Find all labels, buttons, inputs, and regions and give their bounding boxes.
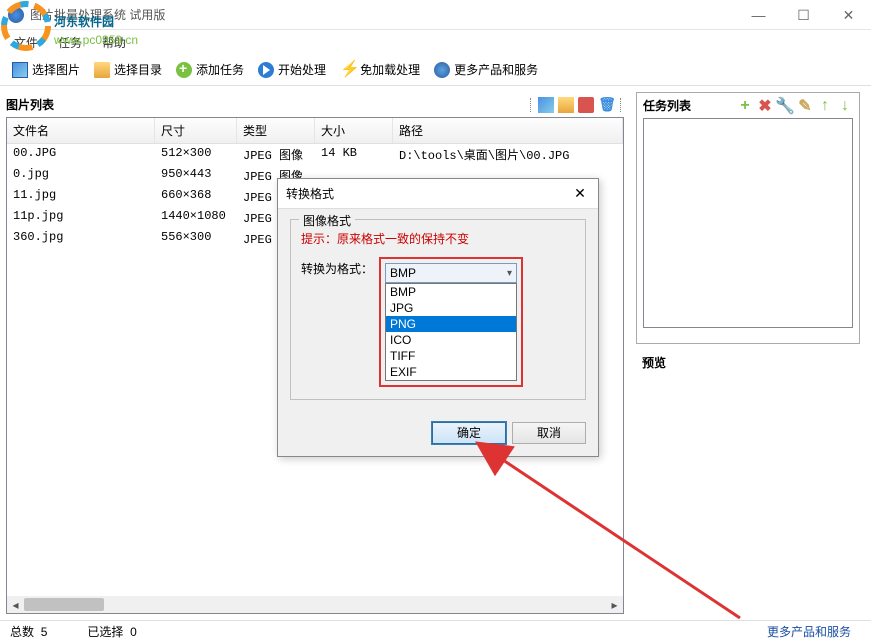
task-remove-icon[interactable]: ✖ [757,98,773,114]
task-clean-icon[interactable]: ✎ [797,98,813,114]
cancel-button[interactable]: 取消 [512,422,586,444]
highlight-box: BMP ▾ BMPJPGPNGICOTIFFEXIF [379,257,523,387]
task-up-icon[interactable]: ↑ [817,98,833,114]
titlebar: 图片批量处理系统 试用版 — ☐ ✕ [0,0,871,30]
menu-help[interactable]: 帮助 [92,31,136,54]
dialog-close-icon[interactable]: ✕ [570,185,590,202]
col-filename[interactable]: 文件名 [7,118,155,143]
select-dir-button[interactable]: 选择目录 [88,57,168,82]
image-list-tools: 🗑 [530,96,624,113]
task-down-icon[interactable]: ↓ [837,98,853,114]
menubar: 文件 任务 帮助 [0,30,871,54]
menu-task[interactable]: 任务 [48,31,92,54]
preview-title: 预览 [642,354,854,371]
more-products-button[interactable]: 更多产品和服务 [428,57,544,82]
dropdown-option[interactable]: ICO [386,332,516,348]
trash-icon[interactable]: 🗑 [598,96,616,113]
dialog-hint: 提示：原来格式一致的保持不变 [301,230,575,247]
maximize-button[interactable]: ☐ [781,0,826,30]
dropdown-option[interactable]: BMP [386,284,516,300]
free-process-button[interactable]: ⚡免加载处理 [334,57,426,82]
dropdown-option[interactable]: PNG [386,316,516,332]
task-list-title: 任务列表 [643,97,691,114]
separator-icon [620,98,624,112]
plus-icon [176,62,192,78]
globe-icon [434,62,450,78]
col-size[interactable]: 大小 [315,118,393,143]
image-icon [12,62,28,78]
format-label: 转换为格式： [301,257,373,277]
convert-format-dialog: 转换格式 ✕ 图像格式 提示：原来格式一致的保持不变 转换为格式： BMP ▾ … [277,178,599,457]
menu-file[interactable]: 文件 [4,31,48,54]
task-config-icon[interactable]: 🔧 [777,98,793,114]
dropdown-option[interactable]: TIFF [386,348,516,364]
app-title: 图片批量处理系统 试用版 [30,6,165,23]
status-link[interactable]: 更多产品和服务 [177,623,861,640]
statusbar: 总数 5 已选择 0 更多产品和服务 [0,620,871,642]
horizontal-scrollbar[interactable]: ◂ ▸ [7,596,623,613]
play-icon [258,62,274,78]
folder-icon [94,62,110,78]
format-combo[interactable]: BMP ▾ [385,263,517,283]
scroll-thumb[interactable] [24,598,104,611]
task-add-icon[interactable]: + [737,98,753,114]
table-header: 文件名 尺寸 类型 大小 路径 [7,118,623,144]
status-total: 总数 5 [10,623,47,640]
separator-icon [530,98,534,112]
dropdown-option[interactable]: JPG [386,300,516,316]
task-list-body [643,118,853,328]
app-icon [8,7,24,23]
format-dropdown[interactable]: BMPJPGPNGICOTIFFEXIF [385,283,517,381]
chevron-down-icon: ▾ [507,268,512,279]
delete-icon[interactable] [578,97,594,113]
dropdown-option[interactable]: EXIF [386,364,516,380]
col-path[interactable]: 路径 [393,118,623,143]
groupbox-title: 图像格式 [299,212,355,229]
task-panel: 任务列表 + ✖ 🔧 ✎ ↑ ↓ [636,92,860,344]
view-folder-icon[interactable] [558,97,574,113]
status-selected: 已选择 0 [87,623,136,640]
minimize-button[interactable]: — [736,0,781,30]
add-task-button[interactable]: 添加任务 [170,57,250,82]
table-row[interactable]: 00.JPG512×300JPEG 图像14 KBD:\tools\桌面\图片\… [7,144,623,165]
image-list-title: 图片列表 [6,96,54,113]
select-image-button[interactable]: 选择图片 [6,57,86,82]
dialog-title: 转换格式 [286,185,334,202]
toolbar: 选择图片 选择目录 添加任务 开始处理 ⚡免加载处理 更多产品和服务 [0,54,871,86]
scroll-left-button[interactable]: ◂ [7,596,24,613]
close-button[interactable]: ✕ [826,0,871,30]
bolt-icon: ⚡ [340,62,356,78]
view-win-icon[interactable] [538,97,554,113]
scroll-right-button[interactable]: ▸ [606,596,623,613]
preview-panel: 预览 [636,350,860,614]
col-dimension[interactable]: 尺寸 [155,118,237,143]
col-type[interactable]: 类型 [237,118,315,143]
start-button[interactable]: 开始处理 [252,57,332,82]
ok-button[interactable]: 确定 [432,422,506,444]
